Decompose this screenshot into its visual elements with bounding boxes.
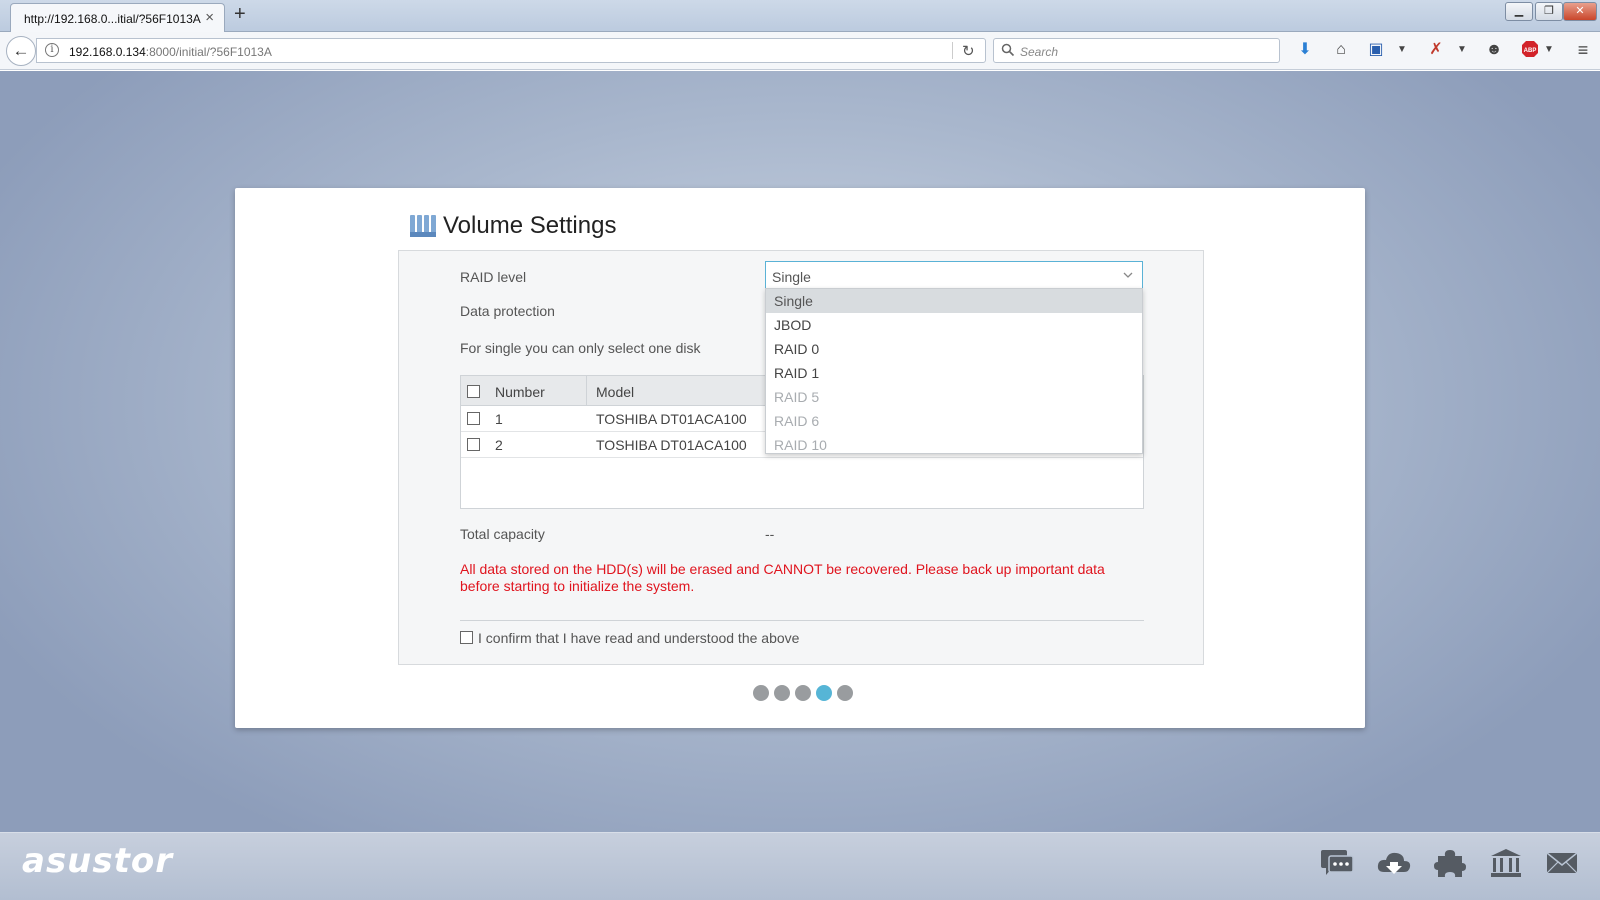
step-dot[interactable] [753,685,769,701]
dropdown-option-jbod[interactable]: JBOD [766,313,1142,337]
column-header-model: Model [596,384,635,400]
dropdown-option-raid6: RAID 6 [774,413,820,429]
dropdown-option-raid10: RAID 10 [774,437,827,453]
raid-level-label: RAID level [460,269,527,285]
erase-warning: All data stored on the HDD(s) will be er… [460,561,1105,594]
chat-icon[interactable] [1320,848,1354,878]
disk-model: TOSHIBA DT01ACA100 [596,437,747,453]
svg-text:ABP: ABP [1524,48,1537,54]
new-tab-button[interactable]: + [234,3,246,26]
download-icon[interactable]: ⬇ [1295,40,1315,60]
adblock-icon[interactable]: ABP [1520,40,1540,60]
chevron-down-icon [1123,272,1133,278]
info-icon[interactable]: i [45,43,59,57]
dropdown-option-raid0[interactable]: RAID 0 [766,337,1142,361]
column-header-number: Number [495,384,545,400]
select-all-checkbox[interactable] [467,385,480,398]
hamburger-menu-icon[interactable]: ≡ [1573,40,1593,60]
raid-level-dropdown: Single JBOD RAID 0 RAID 1 RAID 5 RAID 6 … [765,288,1143,454]
row-checkbox[interactable] [467,438,480,451]
confirm-checkbox[interactable] [460,631,473,644]
row-checkbox[interactable] [467,412,480,425]
step-dot[interactable] [774,685,790,701]
total-capacity-label: Total capacity [460,526,545,542]
disk-number: 1 [495,411,503,427]
search-icon [1001,43,1015,57]
search-placeholder: Search [1020,45,1059,59]
browser-tab[interactable]: http://192.168.0...itial/?56F1013A × [10,3,225,32]
window-close-button[interactable]: ✕ [1563,2,1597,21]
divider [460,620,1144,621]
disk-model: TOSHIBA DT01ACA100 [596,411,747,427]
bottom-bar: asustor [0,832,1600,900]
puzzle-icon[interactable] [1434,848,1466,878]
bank-icon[interactable] [1490,848,1522,878]
search-bar[interactable]: Search [993,38,1280,63]
back-button[interactable]: ← [6,36,36,66]
url-host: 192.168.0.134 [69,45,146,59]
page-background: Volume Settings RAID level Single Data p… [0,71,1600,900]
browser-tabbar: http://192.168.0...itial/?56F1013A × + ▁… [0,0,1600,32]
dropdown-option-single[interactable]: Single [766,289,1142,313]
data-protection-label: Data protection [460,303,555,319]
save-menu-chevron-icon[interactable]: ▼ [1392,40,1412,60]
save-icon[interactable]: ▣ [1366,40,1386,60]
step-dot-active[interactable] [816,685,832,701]
dropdown-option-raid1[interactable]: RAID 1 [766,361,1142,385]
adblock-menu-chevron-icon[interactable]: ▼ [1539,40,1559,60]
pdf-menu-chevron-icon[interactable]: ▼ [1452,40,1472,60]
single-disk-note: For single you can only select one disk [460,340,701,356]
confirm-label[interactable]: I confirm that I have read and understoo… [478,630,799,646]
dropdown-option-raid5: RAID 5 [774,389,820,405]
total-capacity-value: -- [765,526,775,542]
home-icon[interactable]: ⌂ [1331,40,1351,60]
column-separator [586,376,587,406]
tab-close-icon[interactable]: × [205,9,214,26]
volume-icon [410,215,436,237]
url-text[interactable]: 192.168.0.134:8000/initial/?56F1013A [69,45,272,59]
back-arrow-icon: ← [12,41,30,60]
asustor-logo: asustor [22,841,174,881]
setup-card: Volume Settings RAID level Single Data p… [235,188,1365,728]
raid-level-value: Single [772,269,811,285]
cloud-download-icon[interactable] [1376,848,1412,878]
url-path: :8000/initial/?56F1013A [145,45,272,59]
tab-title: http://192.168.0...itial/?56F1013A [24,12,201,26]
step-dot[interactable] [795,685,811,701]
step-dot[interactable] [837,685,853,701]
url-bar[interactable]: i 192.168.0.134:8000/initial/?56F1013A ↻ [36,38,986,63]
disk-number: 2 [495,437,503,453]
browser-navbar: i 192.168.0.134:8000/initial/?56F1013A ↻… [0,32,1600,70]
page-title: Volume Settings [443,212,617,239]
window-restore-button[interactable]: ❐ [1535,2,1563,21]
raid-level-select[interactable]: Single [765,261,1143,291]
reload-icon[interactable]: ↻ [962,42,975,60]
extension-face-icon[interactable]: ☻ [1484,40,1504,60]
window-minimize-button[interactable]: ▁ [1505,2,1533,21]
pdf-tool-icon[interactable]: ✗ [1426,40,1446,60]
mail-icon[interactable] [1546,848,1578,878]
url-separator [952,42,953,59]
